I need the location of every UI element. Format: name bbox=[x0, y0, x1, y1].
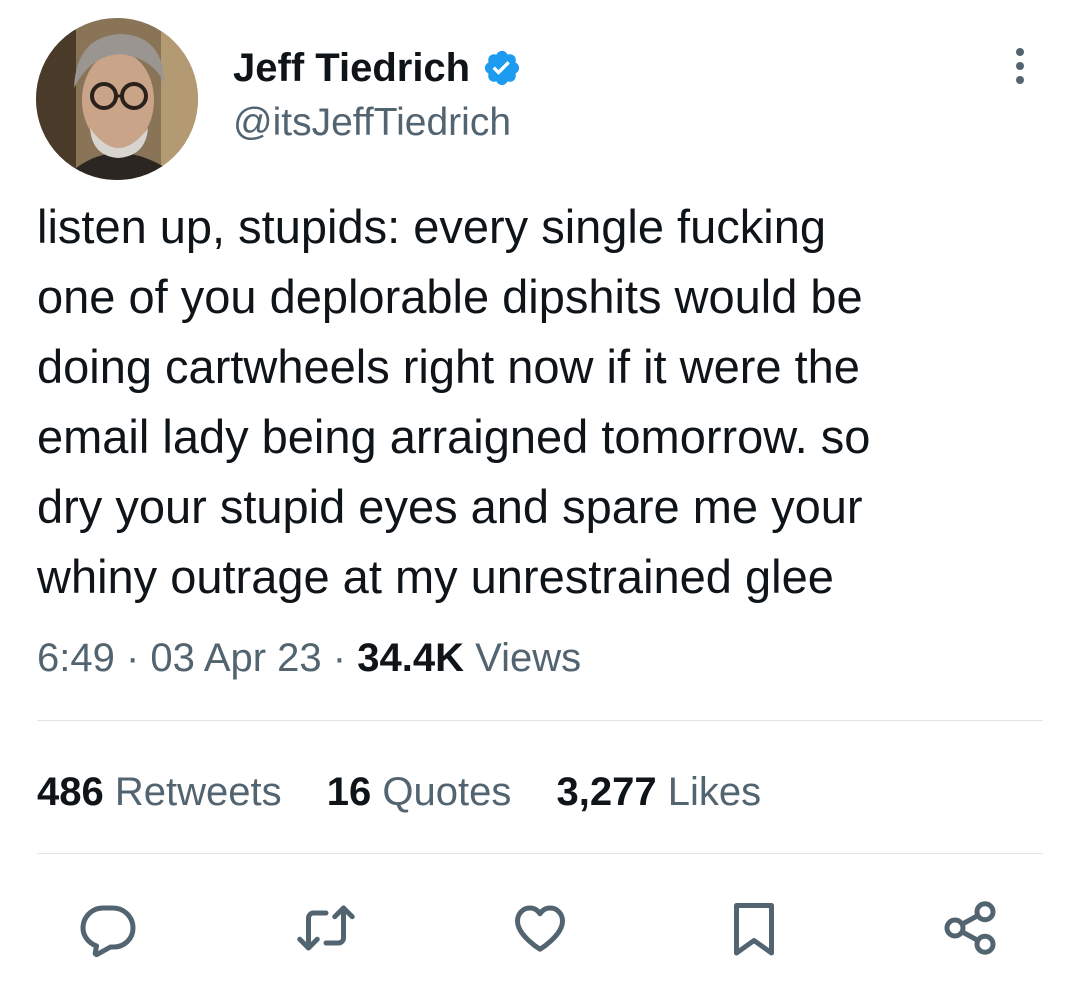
author-display-name-row[interactable]: Jeff Tiedrich bbox=[233, 42, 522, 94]
likes-count: 3,277 bbox=[556, 770, 657, 814]
retweets-count: 486 bbox=[37, 770, 104, 814]
more-options-button[interactable] bbox=[1004, 44, 1036, 88]
tweet-meta: 6:49 · 03 Apr 23 · 34.4K Views bbox=[37, 630, 581, 686]
meta-separator: · bbox=[125, 636, 151, 680]
avatar[interactable] bbox=[36, 18, 198, 180]
share-icon bbox=[944, 901, 996, 955]
retweet-button[interactable] bbox=[296, 898, 356, 958]
more-options-icon bbox=[1016, 48, 1024, 84]
quotes-stat[interactable]: 16 Quotes bbox=[327, 764, 512, 820]
retweet-icon bbox=[297, 905, 355, 951]
views-label: Views bbox=[475, 636, 582, 680]
tweet-date[interactable]: 03 Apr 23 bbox=[150, 636, 321, 680]
views-count: 34.4K bbox=[357, 636, 464, 680]
verified-badge-icon[interactable] bbox=[482, 48, 522, 88]
avatar-photo bbox=[36, 18, 198, 180]
heart-icon bbox=[515, 905, 565, 952]
divider bbox=[37, 720, 1043, 721]
author-display-name[interactable]: Jeff Tiedrich bbox=[233, 42, 470, 94]
reply-icon bbox=[80, 905, 136, 957]
quotes-count: 16 bbox=[326, 770, 372, 814]
bookmark-button[interactable] bbox=[724, 898, 784, 958]
bookmark-icon bbox=[734, 903, 774, 956]
quotes-label: Quotes bbox=[382, 770, 512, 814]
share-button[interactable] bbox=[940, 898, 1000, 958]
likes-label: Likes bbox=[667, 770, 762, 814]
divider bbox=[37, 853, 1043, 854]
retweets-label: Retweets bbox=[114, 770, 282, 814]
reply-button[interactable] bbox=[78, 898, 138, 958]
retweets-stat[interactable]: 486 Retweets bbox=[37, 764, 282, 820]
tweet-time[interactable]: 6:49 bbox=[37, 636, 115, 680]
author-handle[interactable]: @itsJeffTiedrich bbox=[233, 98, 511, 148]
meta-separator: · bbox=[332, 636, 358, 680]
engagement-stats: 486 Retweets 16 Quotes 3,277 Likes bbox=[37, 764, 795, 820]
tweet-text: listen up, stupids: every single fucking… bbox=[37, 200, 871, 603]
likes-stat[interactable]: 3,277 Likes bbox=[556, 764, 761, 820]
like-button[interactable] bbox=[510, 898, 570, 958]
